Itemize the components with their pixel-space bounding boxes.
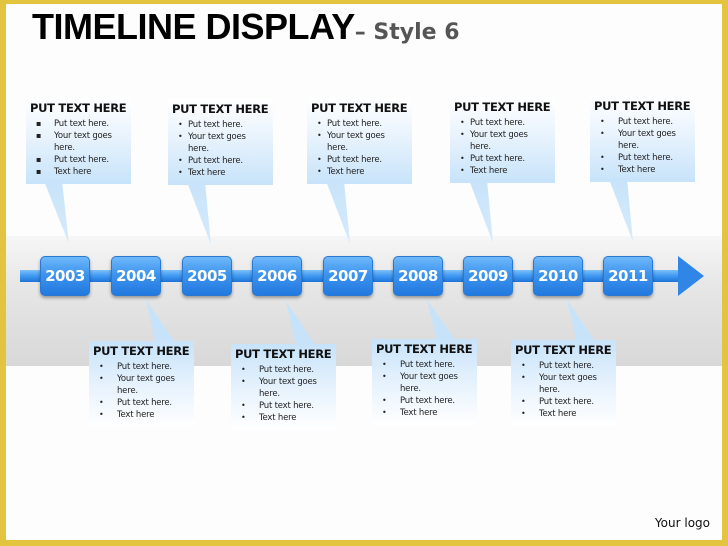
callout-bottom-2010: PUT TEXT HERE Put text here. Your text g… [511,340,616,426]
year-box-2006: 2006 [252,256,302,296]
year-box-2004: 2004 [111,256,161,296]
callout-tail [469,180,493,243]
bullet-item: Put text here. [376,395,473,407]
bullet-item: Put text here. [93,361,190,373]
bullet-item: Text here [93,409,190,421]
logo-placeholder: Your logo [654,516,710,530]
callout-tail [567,300,597,344]
callout-heading: PUT TEXT HERE [93,344,190,358]
bullet-list: Put text here. Your text goes here. Put … [93,361,190,421]
callout-tail [146,300,176,344]
callout-box: PUT TEXT HERE Put text here. Your text g… [89,341,194,427]
year-box-2005: 2005 [182,256,232,296]
callout-tail [187,182,211,245]
year-box-2010: 2010 [533,256,583,296]
bullet-item: Your text goes here. [515,372,612,396]
bullet-item: Put text here. [235,364,332,376]
bullet-item: Text here [515,408,612,420]
callout-tail [44,181,69,244]
callout-bottom-2006: PUT TEXT HERE Put text here. Your text g… [231,344,336,430]
callout-heading: PUT TEXT HERE [376,342,473,356]
year-box-2009: 2009 [463,256,513,296]
callout-box: PUT TEXT HERE Put text here. Your text g… [231,344,336,430]
callout-box: PUT TEXT HERE Put text here. Your text g… [511,340,616,426]
year-box-2008: 2008 [393,256,443,296]
callout-heading: PUT TEXT HERE [515,343,612,357]
bullet-item: Your text goes here. [235,376,332,400]
bullet-item: Put text here. [515,360,612,372]
callout-tail [286,301,316,346]
bullet-item: Your text goes here. [93,373,190,397]
callout-tail [427,300,457,342]
callout-bottom-2004: PUT TEXT HERE Put text here. Your text g… [89,341,194,427]
bullet-item: Put text here. [515,396,612,408]
callout-tail [609,179,633,242]
bullet-list: Put text here. Your text goes here. Put … [515,360,612,420]
callout-box: PUT TEXT HERE Put text here. Your text g… [372,339,477,425]
bullet-item: Put text here. [93,397,190,409]
bullet-item: Put text here. [235,400,332,412]
timeline-arrow: 2003 2004 2005 2006 2007 2008 2009 2010 … [20,256,710,296]
bullet-item: Put text here. [376,359,473,371]
bullet-item: Your text goes here. [376,371,473,395]
arrow-head-icon [678,256,704,296]
bullet-item: Text here [235,412,332,424]
bullet-item: Text here [376,407,473,419]
bullet-list: Put text here. Your text goes here. Put … [235,364,332,424]
year-box-2003: 2003 [40,256,90,296]
callout-tail [326,181,350,244]
bullet-list: Put text here. Your text goes here. Put … [376,359,473,419]
year-box-2011: 2011 [603,256,653,296]
callout-bottom-2008: PUT TEXT HERE Put text here. Your text g… [372,339,477,425]
slide: TIMELINE DISPLAY– Style 6 PUT TEXT HERE … [0,0,728,546]
year-box-2007: 2007 [323,256,373,296]
callout-heading: PUT TEXT HERE [235,347,332,361]
